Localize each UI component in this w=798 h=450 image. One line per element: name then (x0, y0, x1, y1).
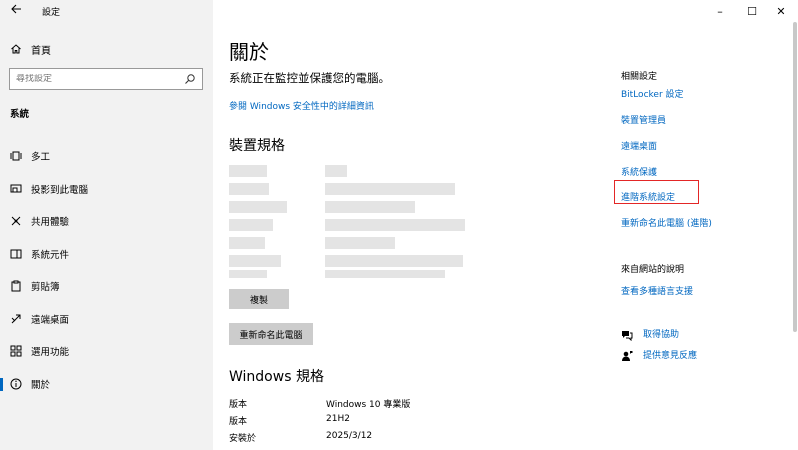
search-input[interactable] (16, 74, 176, 84)
about-icon (10, 378, 22, 390)
sidebar-item-shared-experiences[interactable]: 共用體驗 (0, 205, 213, 238)
projecting-icon (10, 183, 22, 195)
sidebar-item-remote-desktop[interactable]: 遠端桌面 (0, 303, 213, 336)
scrollbar[interactable] (793, 22, 797, 332)
device-specs-title: 裝置規格 (229, 138, 285, 154)
system-protection-link[interactable]: 系統保護 (621, 165, 657, 178)
shared-experiences-icon (10, 215, 22, 227)
sidebar-item-label: 關於 (31, 379, 51, 391)
sidebar-item-label: 共用體驗 (31, 217, 70, 229)
related-settings-heading: 相關設定 (621, 72, 658, 82)
remote-desktop-link[interactable]: 遠端桌面 (621, 139, 657, 152)
sidebar-home[interactable]: 首頁 (10, 40, 51, 58)
security-status-text: 系統正在監控並保護您的電腦。 (229, 71, 390, 85)
app-title: 設定 (42, 8, 61, 18)
sidebar-item-label: 遠端桌面 (31, 314, 70, 326)
sidebar-item-label: 投影到此電腦 (31, 184, 89, 196)
spec-value: 2025/3/12 (326, 431, 373, 441)
spec-label: 安裝於 (229, 434, 257, 444)
clipboard-icon (10, 280, 22, 292)
spec-label: 版本 (229, 400, 248, 410)
sidebar-item-label: 剪貼簿 (31, 282, 60, 294)
sidebar-item-label: 系統元件 (31, 249, 70, 261)
spec-label: 版本 (229, 417, 248, 427)
get-help-label: 取得協助 (643, 330, 680, 340)
title-bar: 設定 (0, 0, 213, 22)
spec-row-version: 版本 21H2 (229, 414, 350, 427)
search-box[interactable] (9, 68, 203, 90)
sidebar-item-optional-features[interactable]: 選用功能 (0, 335, 213, 368)
windows-specs-title: Windows 規格 (229, 369, 324, 385)
spec-row-edition: 版本 Windows 10 專業版 (229, 397, 410, 410)
sidebar-item-multitasking[interactable]: 多工 (0, 140, 213, 173)
feedback-link[interactable]: 提供意見反應 (621, 348, 697, 362)
sidebar-item-label: 選用功能 (31, 347, 70, 359)
optional-features-icon (10, 345, 22, 357)
get-help-link[interactable]: 取得協助 (621, 327, 679, 341)
rename-pc-button[interactable]: 重新命名此電腦 (229, 323, 313, 345)
web-help-heading: 來自網站的說明 (621, 265, 685, 275)
section-label-system: 系統 (10, 109, 30, 120)
page-title: 關於 (229, 40, 269, 64)
system-components-icon (10, 248, 22, 260)
main-content: 關於 系統正在監控並保護您的電腦。 參閱 Windows 安全性中的詳細資訊 裝… (213, 0, 798, 450)
sidebar-item-about[interactable]: 關於 (0, 368, 213, 401)
remote-desktop-icon (10, 313, 22, 325)
multitasking-icon (10, 150, 22, 162)
bitlocker-settings-link[interactable]: BitLocker 設定 (621, 87, 684, 100)
sidebar-item-system-components[interactable]: 系統元件 (0, 238, 213, 271)
sidebar-item-label: 多工 (31, 152, 51, 164)
security-details-link[interactable]: 參閱 Windows 安全性中的詳細資訊 (229, 99, 374, 112)
sidebar-item-clipboard[interactable]: 剪貼簿 (0, 270, 213, 303)
home-label: 首頁 (31, 45, 51, 57)
sidebar-item-projecting[interactable]: 投影到此電腦 (0, 173, 213, 206)
copy-button[interactable]: 複製 (229, 289, 289, 309)
feedback-label: 提供意見反應 (643, 351, 698, 361)
rename-pc-advanced-link[interactable]: 重新命名此電腦 (進階) (621, 216, 712, 229)
help-chat-icon (621, 329, 633, 341)
sidebar: 設定 首頁 系統 多工 投影到此電腦 共用 (0, 0, 213, 450)
spec-row-installed-on: 安裝於 2025/3/12 (229, 431, 372, 444)
spec-value: 21H2 (326, 414, 350, 424)
feedback-person-icon (621, 350, 633, 362)
sidebar-nav: 多工 投影到此電腦 共用體驗 系統元件 剪貼簿 遠端桌面 選用功能 關於 (0, 140, 213, 400)
back-arrow-icon[interactable] (10, 3, 22, 18)
spec-value: Windows 10 專業版 (326, 400, 411, 410)
highlight-box (614, 180, 699, 204)
device-manager-link[interactable]: 裝置管理員 (621, 113, 666, 126)
language-support-link[interactable]: 查看多種語言支援 (621, 284, 693, 297)
home-icon (10, 43, 22, 55)
search-icon[interactable] (184, 73, 196, 85)
